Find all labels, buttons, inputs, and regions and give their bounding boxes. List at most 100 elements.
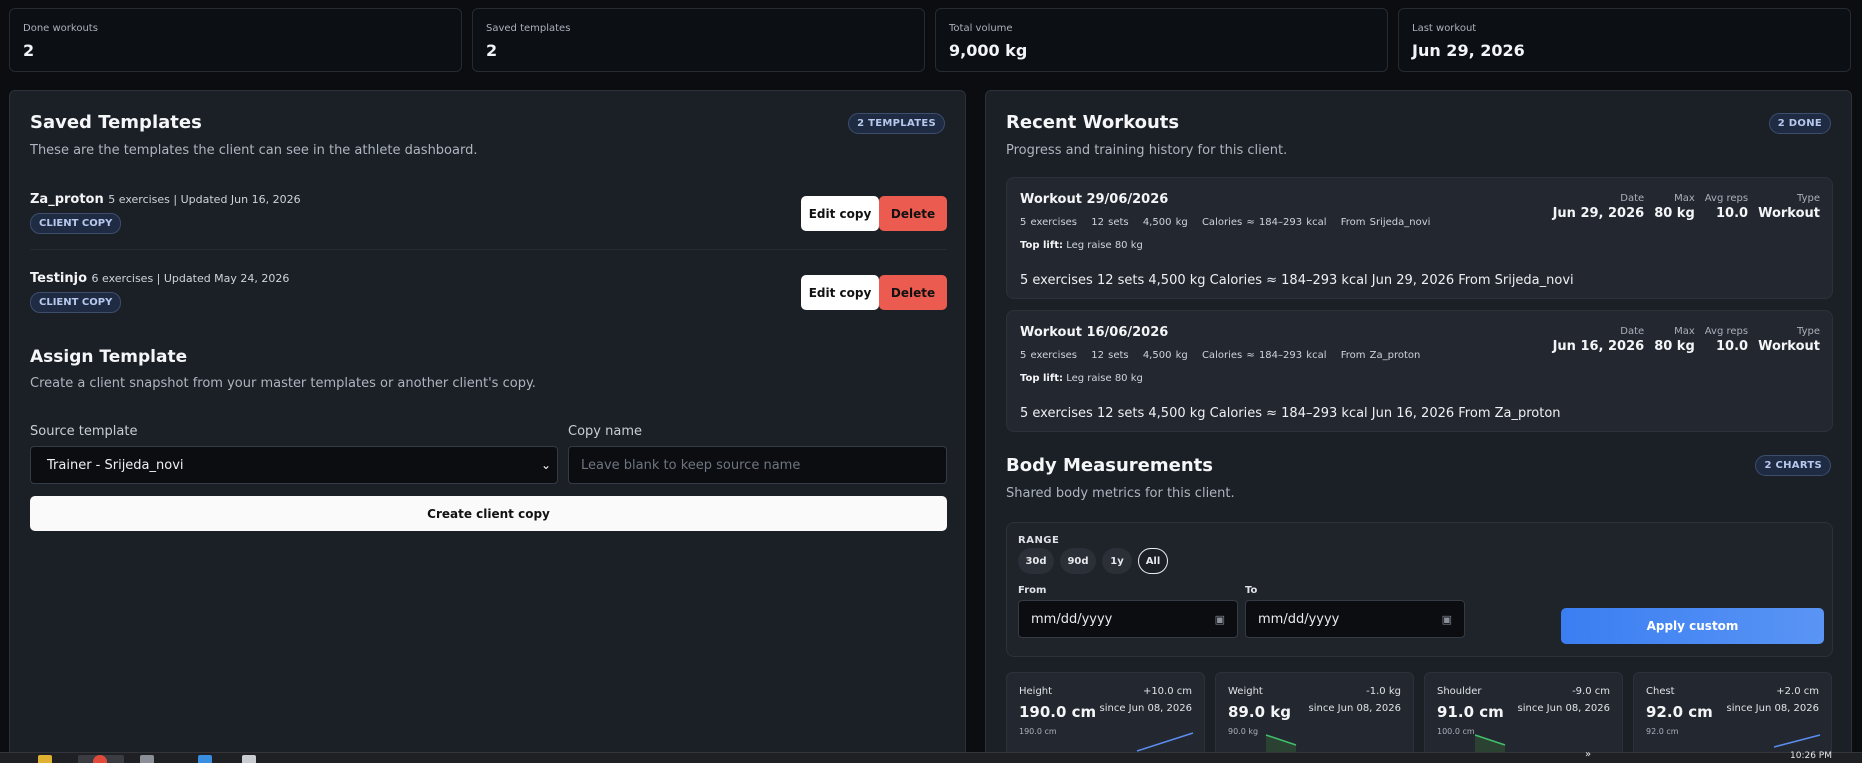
- templates-title: Saved Templates: [30, 112, 202, 133]
- metric-card-chest: Chest +2.0 cm 92.0 cm since Jun 08, 2026…: [1633, 672, 1832, 763]
- top-lift-label: Top lift:: [1020, 240, 1063, 251]
- stat-done-workouts: Done workouts 2: [9, 8, 462, 72]
- folder-icon[interactable]: [38, 755, 52, 763]
- range-chip-all[interactable]: All: [1138, 548, 1168, 574]
- metric-card-shoulder: Shoulder -9.0 cm 91.0 cm since Jun 08, 2…: [1424, 672, 1623, 763]
- workout-type: Workout: [1758, 339, 1820, 354]
- workout-date: Jun 29, 2026: [1552, 206, 1645, 221]
- chevron-down-icon: ⌄: [540, 458, 551, 472]
- template-meta: 6 exercises | Updated May 24, 2026: [91, 272, 290, 285]
- body-title: Body Measurements: [1006, 455, 1213, 476]
- workout-card[interactable]: Workout 16/06/2026 5 exercises 12 sets 4…: [1006, 310, 1833, 432]
- edit-copy-button[interactable]: Edit copy: [801, 275, 879, 310]
- workouts-title: Recent Workouts: [1006, 112, 1180, 133]
- client-copy-badge: CLIENT COPY: [30, 213, 122, 234]
- metric-since: since Jun 08, 2026: [1517, 703, 1611, 714]
- template-name: Testinjo: [30, 271, 88, 286]
- workout-exercises: 5 exercises: [1020, 350, 1078, 361]
- stat-saved-templates: Saved templates 2: [472, 8, 925, 72]
- divider: [30, 249, 947, 250]
- range-filter: RANGE 30d 90d 1y All From mm/dd/yyyy ▣ T…: [1006, 522, 1833, 657]
- source-template-label: Source template: [30, 424, 138, 439]
- edit-copy-button[interactable]: Edit copy: [801, 196, 879, 231]
- workout-meta: 5 exercises 12 sets 4,500 kg Calories ≈ …: [1020, 350, 1430, 361]
- to-date-input[interactable]: mm/dd/yyyy ▣: [1245, 600, 1465, 638]
- type-label: Type: [1797, 193, 1820, 204]
- to-label: To: [1245, 585, 1258, 596]
- metric-baseline: 90.0 kg: [1228, 727, 1259, 736]
- metric-baseline: 100.0 cm: [1437, 727, 1475, 736]
- apply-custom-button[interactable]: Apply custom: [1561, 608, 1824, 644]
- type-label: Type: [1797, 326, 1820, 337]
- overflow-chevron-icon[interactable]: »: [1585, 749, 1591, 760]
- template-meta: 5 exercises | Updated Jun 16, 2026: [108, 193, 301, 206]
- metric-delta: -1.0 kg: [1366, 686, 1401, 697]
- stat-value: 2: [486, 41, 498, 60]
- copy-name-input[interactable]: Leave blank to keep source name: [568, 446, 947, 484]
- source-template-select[interactable]: Trainer - Srijeda_novi ⌄: [30, 446, 558, 484]
- max-label: Max: [1674, 326, 1695, 337]
- range-chip-90d[interactable]: 90d: [1060, 548, 1096, 574]
- metric-since: since Jun 08, 2026: [1099, 703, 1193, 714]
- metric-delta: +2.0 cm: [1776, 686, 1819, 697]
- top-lift: Top lift: Leg raise 80 kg: [1020, 373, 1143, 384]
- calendar-icon[interactable]: ▣: [1442, 613, 1452, 626]
- delete-button[interactable]: Delete: [879, 275, 947, 310]
- range-chip-30d[interactable]: 30d: [1018, 548, 1054, 574]
- templates-count-badge: 2 TEMPLATES: [848, 113, 945, 134]
- metric-card-weight: Weight -1.0 kg 89.0 kg since Jun 08, 202…: [1215, 672, 1414, 763]
- metric-value: 91.0 cm: [1437, 703, 1504, 721]
- top-lift: Top lift: Leg raise 80 kg: [1020, 240, 1143, 251]
- workout-date: Jun 16, 2026: [1552, 339, 1645, 354]
- workout-stats: Date Jun 29, 2026 Max 80 kg Avg reps 10.0 T…: [1553, 193, 1820, 221]
- metric-since: since Jun 08, 2026: [1308, 703, 1402, 714]
- workout-calories: Calories ≈ 184–293 kcal: [1201, 350, 1327, 361]
- workouts-subtitle: Progress and training history for this c…: [1006, 143, 1288, 158]
- template-row: Testinjo 6 exercises | Updated May 24, 2…: [30, 271, 947, 343]
- copy-name-placeholder: Leave blank to keep source name: [581, 457, 801, 473]
- template-name: Za_proton: [30, 192, 104, 207]
- trend-line: [1773, 734, 1821, 748]
- workout-title: Workout 29/06/2026: [1020, 192, 1169, 207]
- workout-sets: 12 sets: [1091, 217, 1129, 228]
- template-row: Za_proton 5 exercises | Updated Jun 16, …: [30, 192, 947, 264]
- delete-button[interactable]: Delete: [879, 196, 947, 231]
- trend-line: [1136, 732, 1194, 752]
- date-label: Date: [1620, 326, 1645, 337]
- templates-panel: Saved Templates These are the templates …: [9, 90, 966, 763]
- metric-value: 89.0 kg: [1228, 703, 1291, 721]
- workout-card[interactable]: Workout 29/06/2026 5 exercises 12 sets 4…: [1006, 177, 1833, 299]
- workout-calories: Calories ≈ 184–293 kcal: [1201, 217, 1327, 228]
- cloud-icon[interactable]: [242, 755, 256, 763]
- metric-value: 190.0 cm: [1019, 703, 1097, 721]
- from-date-placeholder: mm/dd/yyyy: [1031, 611, 1113, 627]
- from-label: From: [1018, 585, 1047, 596]
- calendar-icon[interactable]: ▣: [1215, 613, 1225, 626]
- stat-value: Jun 29, 2026: [1412, 41, 1525, 60]
- stat-value: 2: [23, 41, 35, 60]
- metric-name: Chest: [1646, 686, 1675, 697]
- workout-sets: 12 sets: [1091, 350, 1129, 361]
- taskbar: » 10:26 PM: [0, 749, 1862, 763]
- workout-source: From Srijeda_novi: [1340, 217, 1431, 228]
- stats-row: Done workouts 2 Saved templates 2 Total …: [9, 8, 1851, 72]
- app-icon[interactable]: [198, 755, 212, 763]
- stat-label: Done workouts: [23, 23, 98, 34]
- workout-max: 80 kg: [1654, 339, 1695, 354]
- workout-avg-reps: 10.0: [1716, 339, 1749, 354]
- source-template-value: Trainer - Srijeda_novi: [47, 457, 184, 473]
- range-chip-1y[interactable]: 1y: [1102, 548, 1132, 574]
- window-icon[interactable]: [140, 755, 154, 763]
- assign-title: Assign Template: [30, 347, 188, 367]
- workout-avg-reps: 10.0: [1716, 206, 1749, 221]
- metric-since: since Jun 08, 2026: [1726, 703, 1820, 714]
- workout-summary: 5 exercises 12 sets 4,500 kg Calories ≈ …: [1020, 273, 1574, 288]
- avg-reps-label: Avg reps: [1704, 193, 1749, 204]
- copy-name-label: Copy name: [568, 424, 642, 439]
- metric-name: Weight: [1228, 686, 1263, 697]
- stat-label: Saved templates: [486, 23, 571, 34]
- metric-delta: +10.0 cm: [1142, 686, 1192, 697]
- from-date-input[interactable]: mm/dd/yyyy ▣: [1018, 600, 1238, 638]
- create-client-copy-button[interactable]: Create client copy: [30, 496, 947, 531]
- max-label: Max: [1674, 193, 1695, 204]
